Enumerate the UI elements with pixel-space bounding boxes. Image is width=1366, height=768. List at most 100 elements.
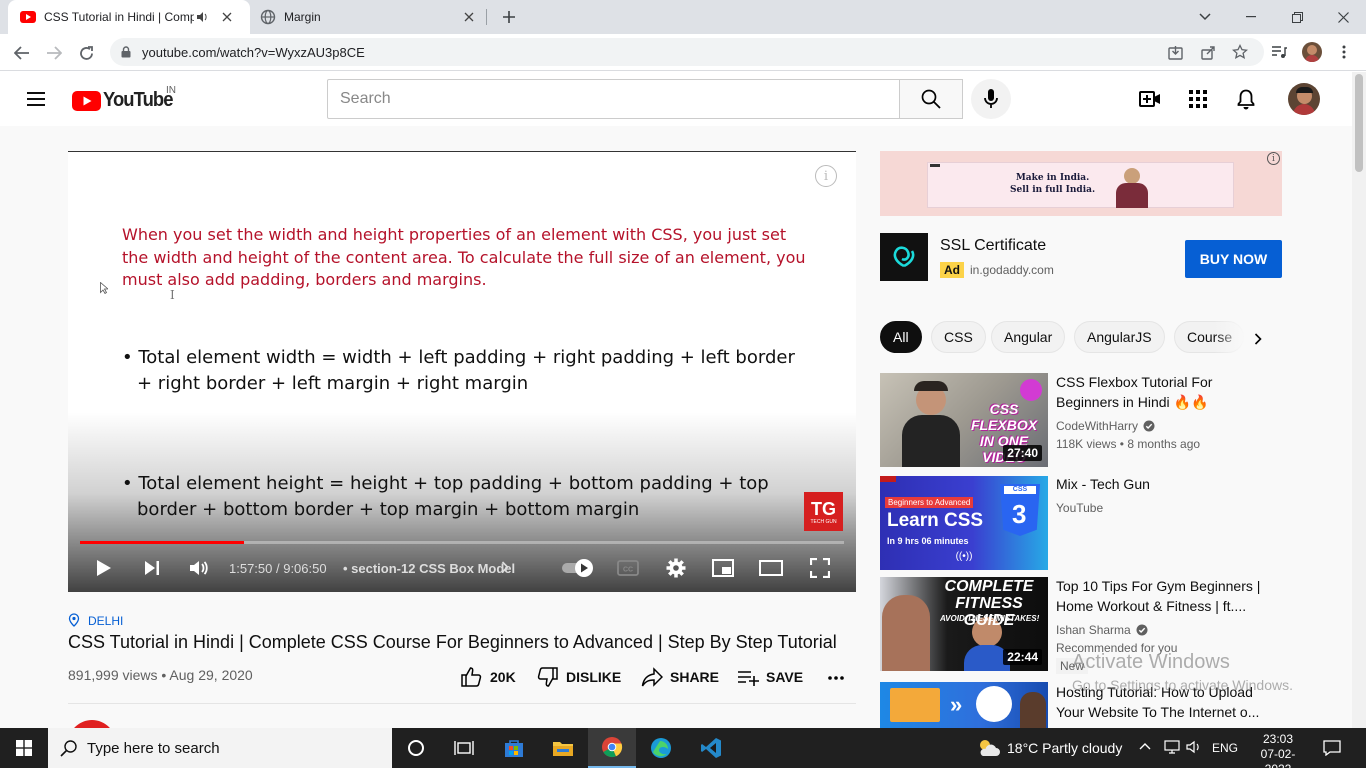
captions-icon[interactable]: CC (616, 556, 640, 580)
watermark-subtext: TECH GUN (810, 518, 837, 525)
browser-tab-margin[interactable]: Margin (250, 0, 486, 34)
forward-icon[interactable] (42, 41, 66, 65)
related-title[interactable]: Mix - Tech Gun (1056, 474, 1266, 494)
settings-gear-icon[interactable] (664, 556, 688, 580)
minimize-icon[interactable] (1240, 6, 1262, 28)
related-thumbnail[interactable]: » (880, 682, 1048, 728)
play-button-icon[interactable] (92, 556, 116, 580)
dislike-button[interactable]: DISLIKE (537, 666, 621, 688)
chip-angular[interactable]: Angular (991, 321, 1066, 353)
taskbar-clock[interactable]: 23:03 07-02-2022 (1256, 732, 1300, 768)
ad-badge: Ad (940, 262, 964, 278)
ad-info-icon[interactable]: i (1267, 152, 1280, 165)
chip-css[interactable]: CSS (931, 321, 986, 353)
account-avatar[interactable] (1288, 83, 1320, 115)
microsoft-store-icon[interactable] (490, 728, 538, 768)
vscode-taskbar-icon[interactable] (687, 728, 735, 768)
url-text[interactable]: youtube.com/watch?v=WyxzAU3p8CE (142, 45, 365, 60)
speaker-icon[interactable] (196, 11, 208, 23)
video-location[interactable]: DELHI (88, 614, 123, 628)
close-window-icon[interactable] (1332, 6, 1354, 28)
volume-tray-icon[interactable] (1186, 740, 1202, 754)
share-button[interactable]: SHARE (641, 666, 719, 688)
taskbar-search[interactable]: Type here to search (48, 728, 392, 768)
search-icon (60, 739, 78, 757)
chip-angularjs[interactable]: AngularJS (1074, 321, 1165, 353)
cortana-icon[interactable] (392, 728, 440, 768)
browser-tab-youtube[interactable]: CSS Tutorial in Hindi | Comp (8, 0, 250, 34)
weather-cloud-icon[interactable] (975, 736, 1001, 758)
scrollbar-thumb[interactable] (1355, 74, 1363, 172)
video-title: CSS Tutorial in Hindi | Complete CSS Cou… (68, 632, 837, 652)
related-channel[interactable]: YouTube (1056, 501, 1103, 515)
windows-start-icon[interactable] (0, 728, 48, 768)
ad-domain: in.godaddy.com (970, 263, 1054, 277)
file-explorer-icon[interactable] (539, 728, 587, 768)
media-control-icon[interactable] (1269, 42, 1289, 62)
youtube-logo[interactable]: YouTube (72, 89, 179, 112)
input-language[interactable]: ENG (1212, 741, 1238, 755)
edge-taskbar-icon[interactable] (637, 728, 685, 768)
miniplayer-icon[interactable] (711, 556, 735, 580)
dislike-label: DISLIKE (566, 669, 622, 685)
chips-next-icon[interactable] (1248, 327, 1268, 351)
apps-grid-icon[interactable] (1186, 87, 1210, 111)
search-icon (921, 89, 941, 109)
profile-avatar[interactable] (1302, 42, 1322, 62)
back-icon[interactable] (10, 41, 34, 65)
chip-fade (1214, 321, 1246, 353)
share-page-icon[interactable] (1198, 42, 1218, 62)
network-icon[interactable] (1164, 740, 1180, 754)
save-button[interactable]: SAVE (737, 666, 803, 688)
browser-menu-icon[interactable] (1336, 42, 1352, 62)
next-button-icon[interactable] (140, 556, 164, 580)
progress-played (80, 541, 245, 544)
search-button[interactable] (899, 79, 963, 119)
related-thumbnail[interactable]: Beginners to Advanced Learn CSS In 9 hrs… (880, 476, 1048, 570)
chapter-title[interactable]: • section-12 CSS Box Model (343, 561, 515, 576)
more-actions-icon[interactable] (826, 668, 846, 688)
notification-center-icon[interactable] (1320, 736, 1344, 760)
tab-search-icon[interactable] (1194, 6, 1216, 28)
search-input[interactable] (327, 79, 900, 119)
close-tab-icon[interactable] (464, 12, 474, 22)
buy-now-button[interactable]: BUY NOW (1185, 240, 1282, 278)
ad-banner-image[interactable]: Make in India. Sell in full India. (927, 162, 1234, 208)
notifications-bell-icon[interactable] (1234, 87, 1258, 111)
hamburger-menu-icon[interactable] (24, 87, 48, 111)
reload-icon[interactable] (74, 41, 98, 65)
related-thumbnail[interactable]: COMPLETE FITNESS GUIDE AVOID THESE MISTA… (880, 577, 1048, 671)
restore-icon[interactable] (1286, 6, 1308, 28)
theater-mode-icon[interactable] (759, 556, 783, 580)
watermark-letters: TG (811, 498, 836, 519)
video-player[interactable]: i When you set the width and height prop… (68, 151, 856, 592)
related-thumbnail[interactable]: CSS FLEXBOX IN ONE VIDEO 27:40 (880, 373, 1048, 467)
related-channel[interactable]: CodeWithHarry (1056, 419, 1155, 433)
close-tab-icon[interactable] (222, 12, 232, 22)
info-card-icon[interactable]: i (815, 165, 837, 187)
related-title[interactable]: Top 10 Tips For Gym Beginners | Home Wor… (1056, 576, 1266, 616)
voice-search-button[interactable] (971, 79, 1011, 119)
related-title[interactable]: CSS Flexbox Tutorial For Beginners in Hi… (1056, 372, 1266, 412)
tech-gun-watermark[interactable]: TG TECH GUN (804, 492, 843, 531)
fullscreen-icon[interactable] (808, 556, 832, 580)
lock-icon[interactable] (118, 44, 134, 60)
bookmark-star-icon[interactable] (1230, 42, 1250, 62)
weather-text[interactable]: 18°C Partly cloudy (1007, 740, 1122, 756)
task-view-icon[interactable] (440, 728, 488, 768)
volume-icon[interactable] (187, 556, 211, 580)
related-channel[interactable]: Ishan Sharma (1056, 623, 1148, 637)
chrome-taskbar-icon[interactable] (588, 728, 636, 768)
chapter-chevron-icon[interactable] (501, 561, 509, 573)
thumbs-down-icon (537, 666, 559, 688)
install-app-icon[interactable] (1165, 42, 1185, 62)
ad-title[interactable]: SSL Certificate (940, 237, 1046, 255)
thumb-caption: Learn CSS (887, 510, 984, 531)
godaddy-logo[interactable] (880, 233, 928, 281)
tray-expand-icon[interactable] (1139, 742, 1151, 750)
chip-all[interactable]: All (880, 321, 922, 353)
create-video-icon[interactable] (1137, 87, 1163, 111)
new-tab-icon[interactable] (498, 6, 520, 28)
like-button[interactable]: 20K (460, 666, 516, 688)
autoplay-toggle[interactable] (560, 557, 596, 579)
